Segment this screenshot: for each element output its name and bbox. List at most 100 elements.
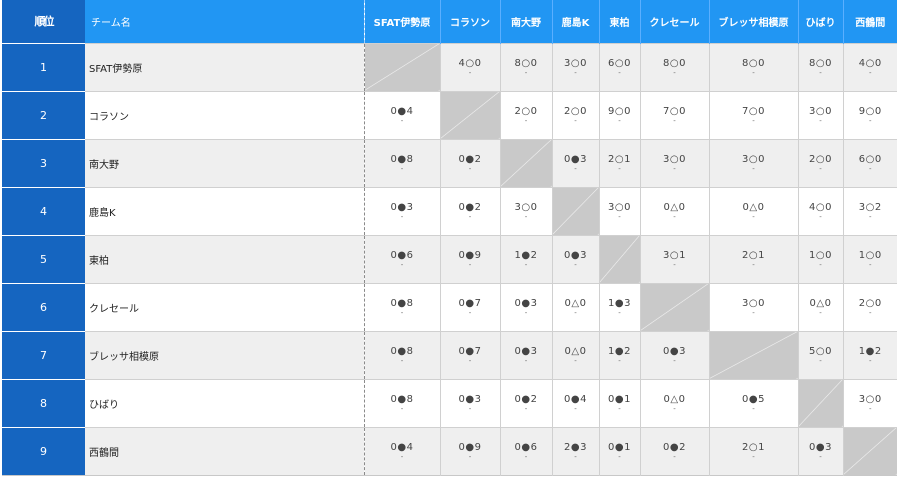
result-cell: 4○0- — [439, 42, 500, 91]
result-cell: 3○1- — [639, 234, 709, 283]
result-cell: 1●3- — [598, 282, 640, 331]
sub-result-mark: - — [574, 309, 577, 317]
sub-result-mark: - — [752, 69, 755, 77]
self-match-cell — [363, 42, 440, 91]
sub-result-mark: - — [400, 165, 404, 173]
sub-result-mark: - — [524, 213, 528, 221]
team-name-cell: クレセール — [85, 282, 364, 331]
sub-result-mark: - — [400, 405, 404, 413]
table-row: 6 クレセール 0●8-0●7-0●3-0△0-1●3-3○0-0△0-2○0- — [2, 282, 897, 331]
result-cell: 0●8- — [363, 282, 440, 331]
result-cell: 9○0- — [598, 90, 640, 139]
sub-result-mark: - — [673, 453, 676, 461]
result-cell: 3○2- — [842, 186, 897, 235]
result-cell: 0●6- — [363, 234, 440, 283]
result-cell: 8○0- — [499, 42, 552, 91]
sub-result-mark: - — [618, 357, 621, 365]
opponent-column-header: ひばり — [797, 0, 843, 43]
sub-result-mark: - — [752, 405, 755, 413]
result-cell: 0△0- — [708, 186, 798, 235]
opponent-column-header: 鹿島K — [551, 0, 599, 43]
self-match-cell — [639, 282, 709, 331]
table-row: 2 コラソン 0●4-2○0-2○0-9○0-7○0-7○0-3○0-9○0- — [2, 90, 897, 139]
result-cell: 2○0- — [551, 90, 599, 139]
result-cell: 0△0- — [639, 378, 709, 427]
table-row: 7 ブレッサ相模原 0●8-0●7-0●3-0△0-1●2-0●3-5○0-1●2- — [2, 330, 897, 379]
result-cell: 0●6- — [499, 426, 552, 475]
result-cell: 0●2- — [439, 138, 500, 187]
table-row: 4 鹿島K 0●3-0●2-3○0-3○0-0△0-0△0-4○0-3○2- — [2, 186, 897, 235]
result-cell: 8○0- — [797, 42, 843, 91]
sub-result-mark: - — [574, 117, 577, 125]
opponent-column-header: 西鶴間 — [842, 0, 897, 43]
rank-cell: 1 — [2, 42, 85, 91]
result-cell: 3○0- — [639, 138, 709, 187]
result-cell: 0△0- — [639, 186, 709, 235]
sub-result-mark: - — [468, 405, 472, 413]
sub-result-mark: - — [673, 357, 676, 365]
result-cell: 0●4- — [363, 90, 440, 139]
sub-result-mark: - — [752, 117, 755, 125]
sub-result-mark: - — [468, 357, 472, 365]
result-cell: 2○0- — [499, 90, 552, 139]
sub-result-mark: - — [673, 165, 676, 173]
rank-cell: 5 — [2, 234, 85, 283]
result-cell: 0△0- — [551, 282, 599, 331]
sub-result-mark: - — [524, 261, 528, 269]
sub-result-mark: - — [468, 213, 472, 221]
standings-panel: 順位 チーム名 SFAT伊勢原 コラソン 南大野 鹿島K 東柏 クレセール ブレッサ相模原ひ… — [0, 0, 900, 479]
result-cell: 7○0- — [639, 90, 709, 139]
result-cell: 3○0- — [797, 90, 843, 139]
team-name-cell: 西鶴間 — [85, 426, 364, 475]
result-cell: 0●5- — [708, 378, 798, 427]
sub-result-mark: - — [524, 117, 528, 125]
sub-result-mark: - — [468, 261, 472, 269]
result-cell: 4○0- — [842, 42, 897, 91]
result-cell: 1○0- — [842, 234, 897, 283]
sub-result-mark: - — [574, 165, 577, 173]
team-name-cell: ひばり — [85, 378, 364, 427]
sub-result-mark: - — [618, 117, 621, 125]
result-cell: 0●7- — [439, 330, 500, 379]
result-cell: 0●1- — [598, 426, 640, 475]
sub-result-mark: - — [673, 117, 676, 125]
sub-result-mark: - — [574, 357, 577, 365]
sub-result-mark: - — [819, 357, 822, 365]
rank-column-header: 順位 — [2, 0, 85, 43]
rank-cell: 7 — [2, 330, 85, 379]
result-cell: 0●4- — [363, 426, 440, 475]
sub-result-mark: - — [673, 405, 676, 413]
result-cell: 0●1- — [598, 378, 640, 427]
result-cell: 2○1- — [598, 138, 640, 187]
rank-cell: 8 — [2, 378, 85, 427]
result-cell: 0●7- — [439, 282, 500, 331]
sub-result-mark: - — [673, 261, 676, 269]
sub-result-mark: - — [752, 261, 755, 269]
result-cell: 0●3- — [551, 234, 599, 283]
result-cell: 0●8- — [363, 330, 440, 379]
sub-result-mark: - — [618, 213, 621, 221]
result-cell: 0●2- — [439, 186, 500, 235]
opponent-column-header: コラソン — [439, 0, 500, 43]
result-cell: 7○0- — [708, 90, 798, 139]
sub-result-mark: - — [868, 309, 872, 317]
result-cell: 8○0- — [639, 42, 709, 91]
result-cell: 1○0- — [797, 234, 843, 283]
sub-result-mark: - — [400, 453, 404, 461]
sub-result-mark: - — [574, 69, 577, 77]
sub-result-mark: - — [400, 261, 404, 269]
sub-result-mark: - — [819, 453, 822, 461]
result-cell: 0●3- — [499, 330, 552, 379]
result-cell: 2○0- — [797, 138, 843, 187]
self-match-cell — [708, 330, 798, 379]
sub-result-mark: - — [524, 405, 528, 413]
result-cell: 0●4- — [551, 378, 599, 427]
sub-result-mark: - — [524, 69, 528, 77]
result-cell: 2○0- — [842, 282, 897, 331]
sub-result-mark: - — [673, 69, 676, 77]
result-cell: 0●3- — [551, 138, 599, 187]
team-name-cell: SFAT伊勢原 — [85, 42, 364, 91]
sub-result-mark: - — [618, 309, 621, 317]
rank-cell: 9 — [2, 426, 85, 475]
sub-result-mark: - — [868, 213, 872, 221]
